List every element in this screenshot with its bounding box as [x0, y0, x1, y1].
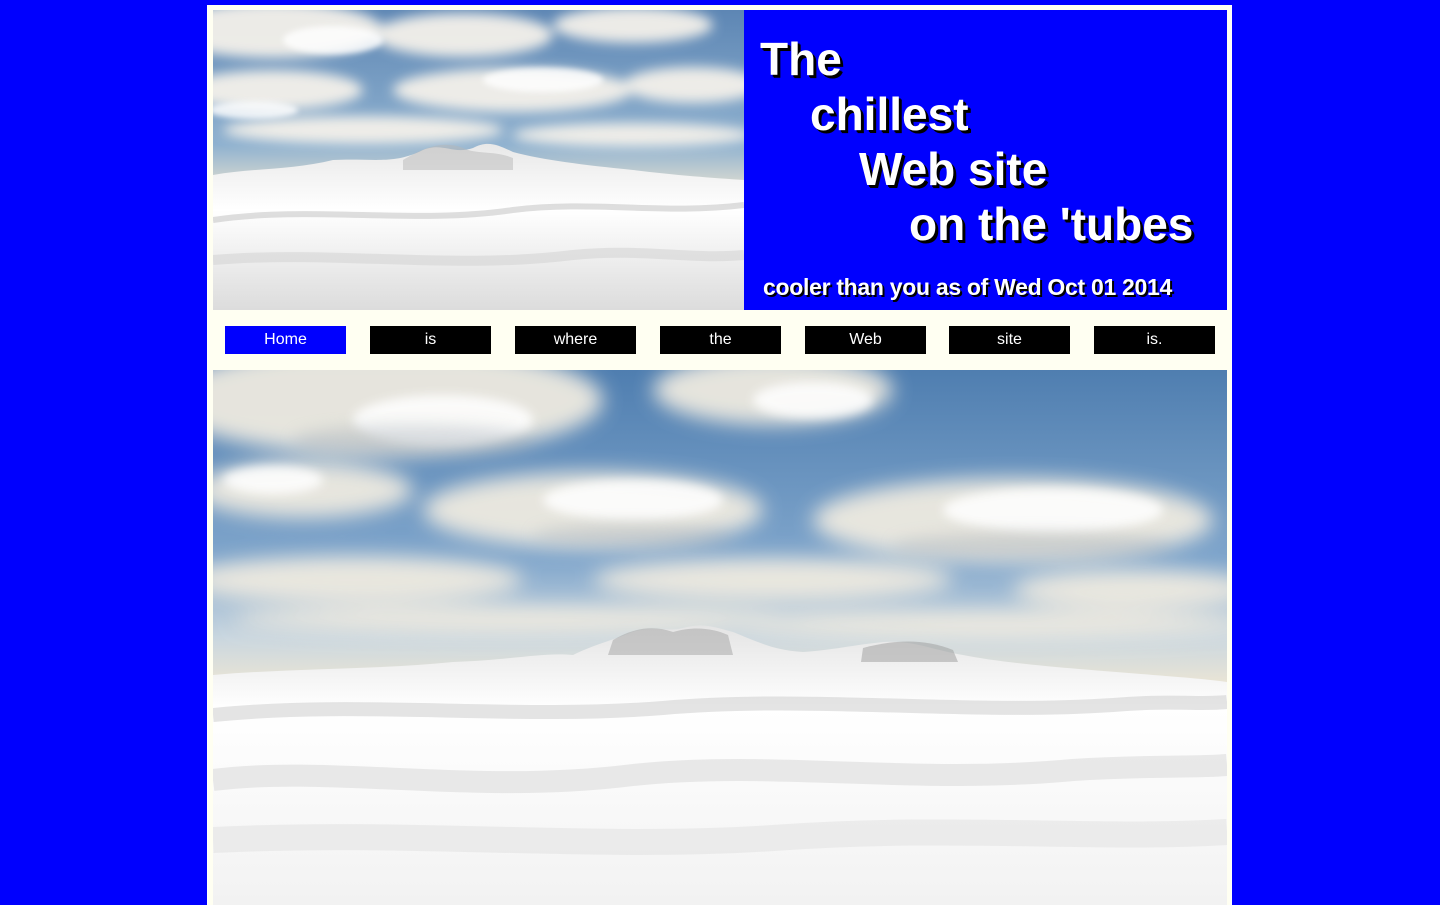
nav-item-web[interactable]: Web [805, 326, 926, 354]
nav-item-is[interactable]: is [370, 326, 491, 354]
site-title-line-4: on the 'tubes [909, 198, 1194, 250]
site-title-line-2: chillest [810, 88, 969, 140]
nav-item-is-end[interactable]: is. [1094, 326, 1215, 354]
site-title-panel: The chillest Web site on the 'tubes cool… [744, 10, 1227, 310]
nav-item-home[interactable]: Home [225, 326, 346, 354]
header-landscape-image [213, 10, 744, 310]
site-title-line-1: The [760, 33, 842, 85]
page-container: The chillest Web site on the 'tubes cool… [207, 5, 1232, 905]
nav-item-site[interactable]: site [949, 326, 1070, 354]
site-title-line-3: Web site [859, 143, 1048, 195]
nav-item-the[interactable]: the [660, 326, 781, 354]
header: The chillest Web site on the 'tubes cool… [213, 10, 1227, 310]
main-navigation: Home is where the Web site is. [225, 326, 1217, 354]
main-landscape-image [213, 370, 1227, 905]
site-tagline: cooler than you as of Wed Oct 01 2014 [763, 274, 1172, 300]
nav-item-where[interactable]: where [515, 326, 636, 354]
